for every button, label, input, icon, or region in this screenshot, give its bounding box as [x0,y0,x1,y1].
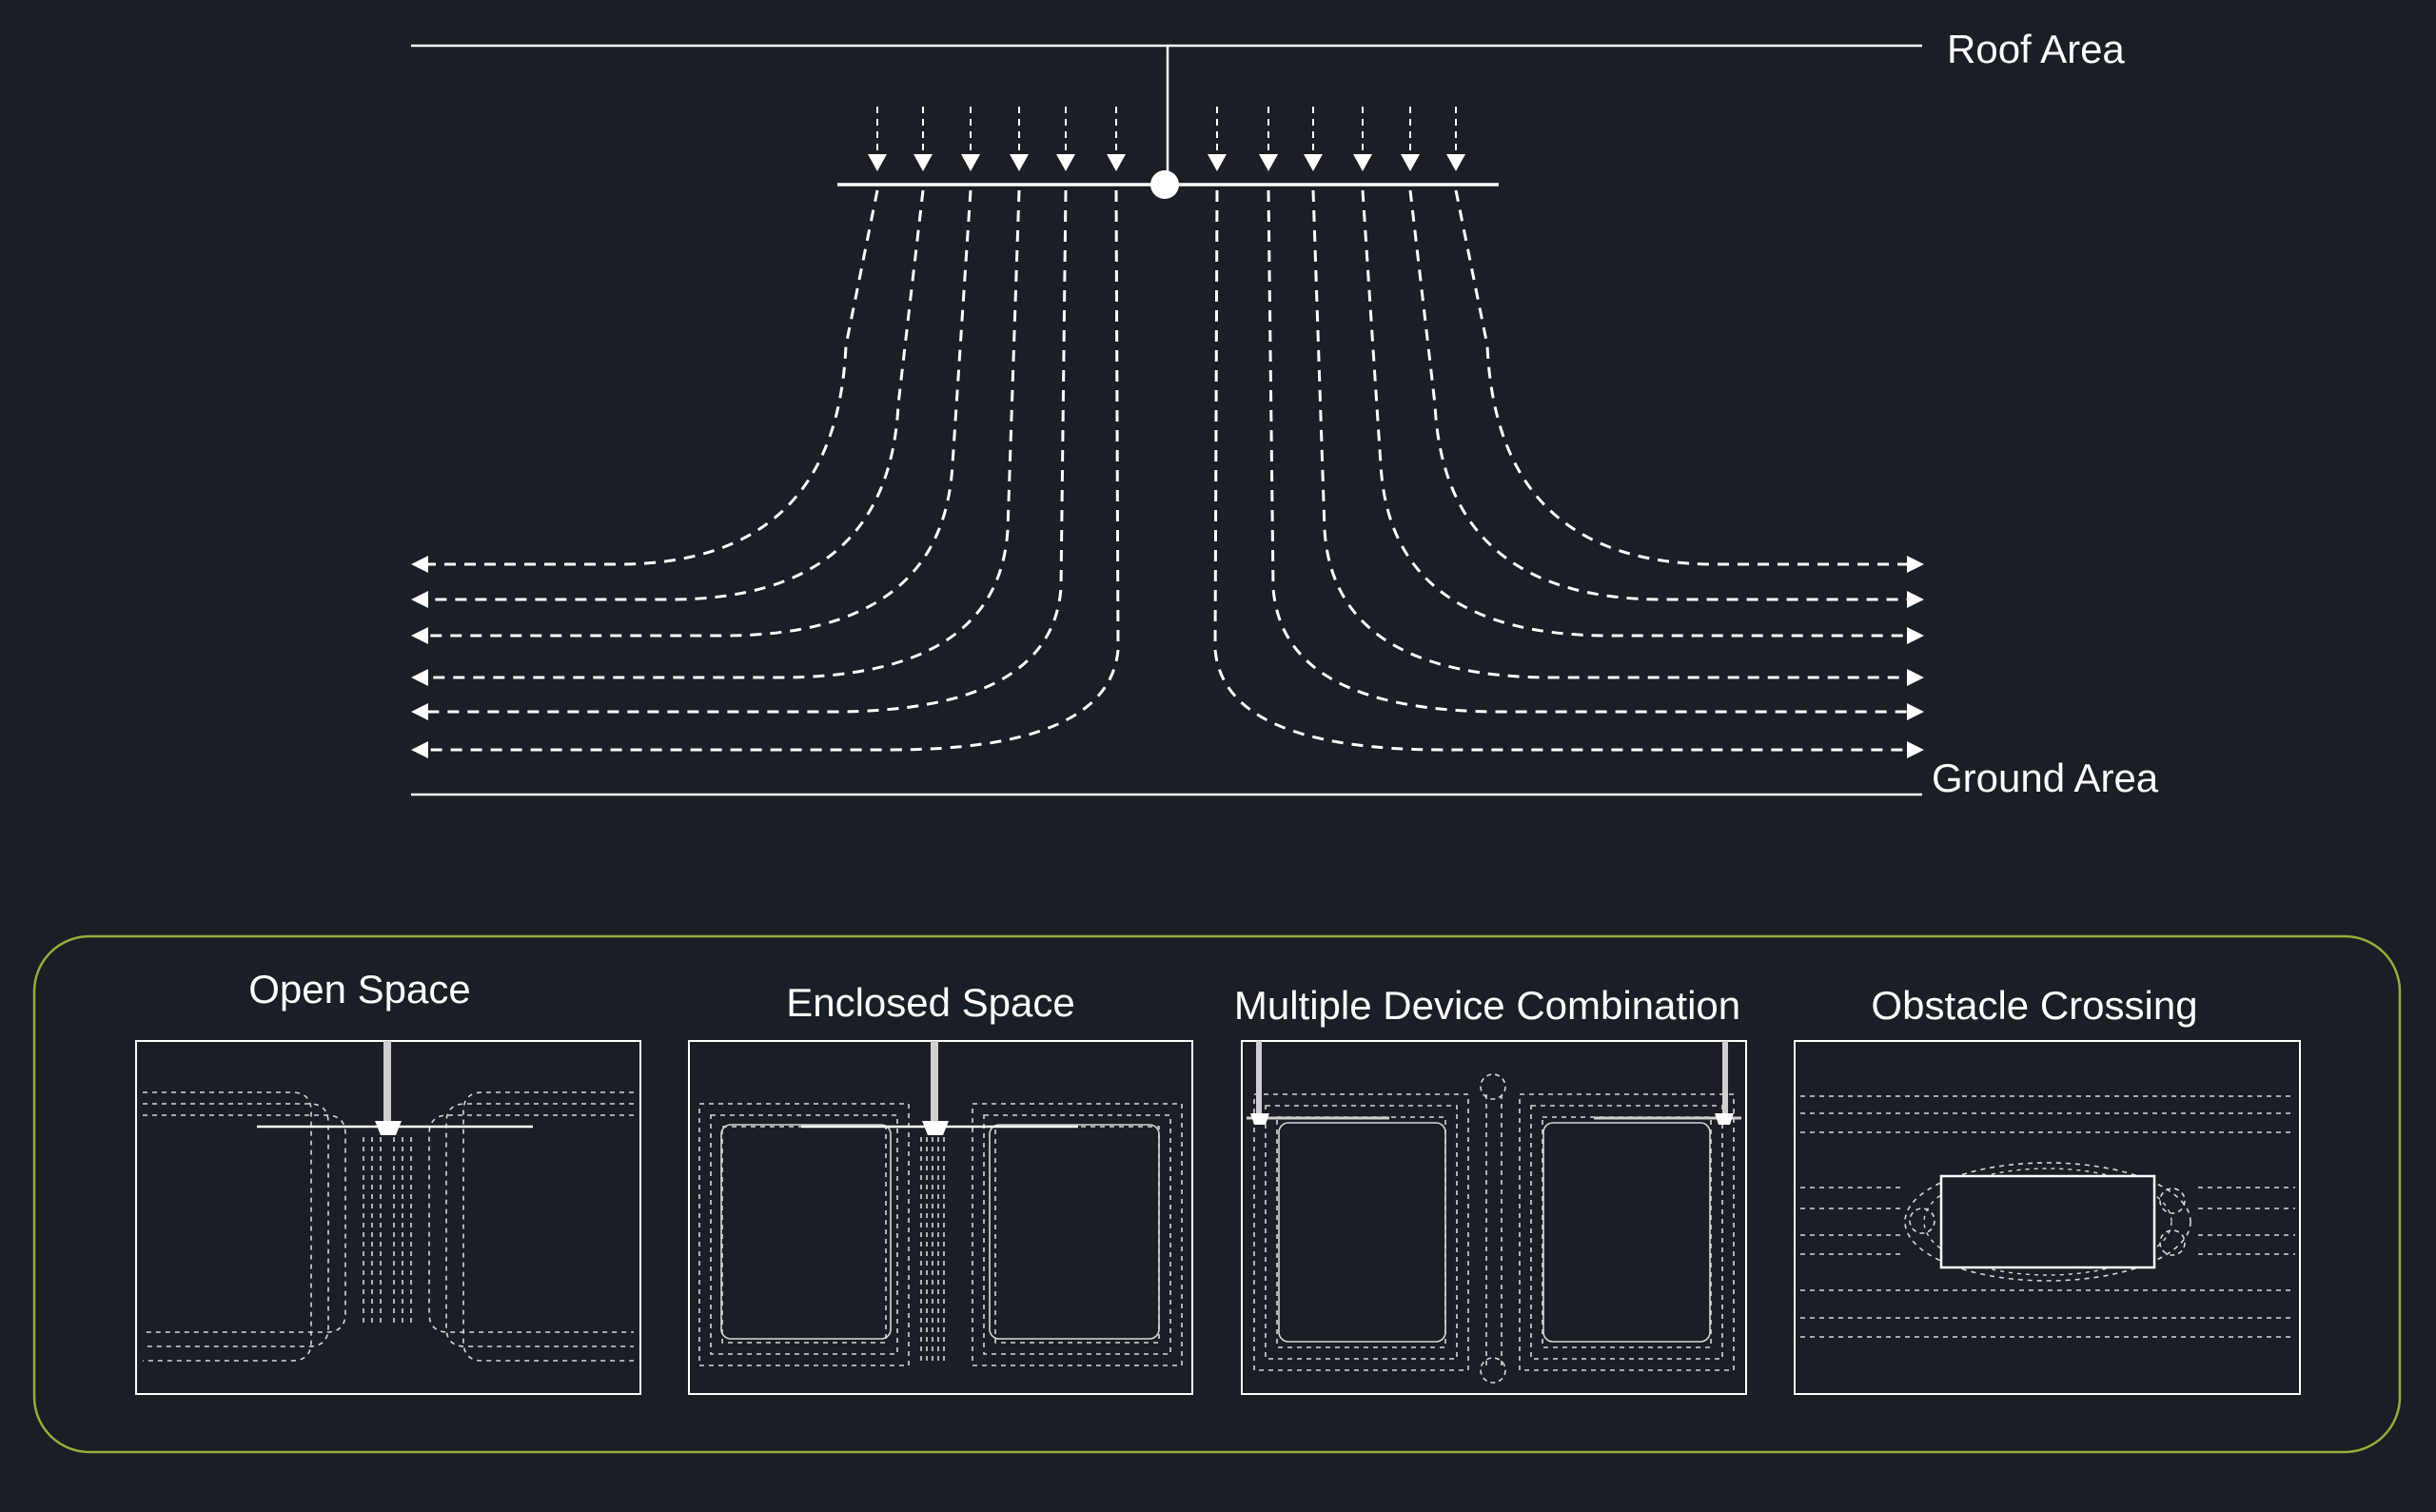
open-flow-right [445,1103,634,1347]
inlet-arrow-head [1010,154,1029,171]
fan-rod-enclosed-space [931,1041,938,1127]
airflow-line-right [1361,189,1915,638]
enclosed-flow-right [972,1103,1183,1366]
open-flow-right [462,1091,634,1362]
inlet-arrow-head [1107,154,1126,171]
multi-vortex-top [1480,1073,1506,1100]
panel-title-multiple-device-combination: Multiple Device Combination [1234,983,1740,1028]
panel-title-enclosed-space: Enclosed Space [786,980,1075,1025]
enclosed-flow-left [710,1114,898,1355]
enclosed-flow-left [698,1103,910,1366]
airflow-arrowhead-right [1907,703,1924,720]
airflow-line-left [419,189,879,566]
multi-flow-left [1253,1093,1469,1371]
panel-title-obstacle-crossing: Obstacle Crossing [1871,983,2197,1028]
panel-title-open-space: Open Space [248,967,471,1011]
airflow-line-right [1408,189,1915,601]
multi-flow-left [1265,1105,1458,1360]
fan-hub-left-device [1250,1113,1269,1125]
panel-multiple-device-combination [1241,1040,1747,1395]
inlet-arrow-head [1259,154,1278,171]
airflow-line-left [419,189,925,601]
obstacle-box [1939,1174,2156,1269]
airflow-arrowhead-right [1907,627,1924,644]
open-flow-left [143,1091,312,1362]
airflow-arrowhead-left [411,669,428,686]
enclosed-flow-right [994,1126,1160,1344]
airflow-line-right [1213,189,1915,752]
fan-hub [1150,170,1179,199]
fan-hub-open-space [375,1121,402,1135]
inlet-arrow-head [1056,154,1075,171]
airflow-arrowhead-left [411,741,428,758]
airflow-line-left [419,189,1068,714]
inlet-arrow-head [914,154,933,171]
ground-area-label: Ground Area [1932,756,2159,800]
inlet-arrow-head [1304,154,1323,171]
airflow-arrowhead-left [411,703,428,720]
multi-flow-right [1519,1093,1735,1371]
airflow-arrowhead-left [411,556,428,573]
airflow-line-right [1454,189,1915,566]
inlet-arrow-head [868,154,887,171]
fan-hub-enclosed-space [922,1121,949,1135]
obstacle-vortex-right-top [2159,1188,2186,1214]
multi-room-right [1542,1122,1711,1343]
panel-enclosed-space-frame [688,1040,1193,1395]
obstacle-vortex-left [1909,1208,1935,1234]
airflow-arrowhead-left [411,591,428,608]
fan-rod-left-device [1256,1041,1262,1115]
inlet-arrow-head [1401,154,1420,171]
airflow-line-right [1267,189,1915,714]
panel-open-space [135,1040,641,1395]
panel-enclosed-space-flow [698,1103,1183,1366]
airflow-line-right [1311,189,1915,679]
airflow-arrowhead-right [1907,591,1924,608]
airflow-diagram: Roof Area Ground Area Open Space Enclose… [32,27,2402,1454]
airflow-arrowhead-right [1907,741,1924,758]
multi-flow-right [1542,1116,1712,1348]
airflow-line-left [419,189,972,638]
enclosed-room-right [989,1124,1160,1340]
inlet-arrow-head [1353,154,1372,171]
airflow-line-left [419,189,1120,752]
multi-room-left [1278,1122,1446,1343]
open-flow-right [428,1114,634,1333]
enclosed-room-left [720,1124,892,1340]
panel-enclosed-space [688,1040,1193,1395]
inlet-arrow-head [961,154,980,171]
airflow-arrowhead-right [1907,556,1924,573]
fan-rod-open-space [383,1041,391,1127]
multi-flow-right [1530,1105,1723,1360]
enclosed-flow-left [721,1126,887,1344]
airflow-arrowhead-left [411,627,428,644]
inlet-arrow-head [1446,154,1465,171]
open-flow-left [143,1103,329,1347]
fan-rod-right-device [1722,1041,1728,1115]
airflow-diagram-canvas: Roof Area Ground Area Open Space Enclose… [0,0,2436,1507]
multi-flow-left [1276,1116,1446,1348]
airflow-arrowhead-right [1907,669,1924,686]
enclosed-flow-right [983,1114,1171,1355]
inlet-arrow-head [1208,154,1227,171]
fan-hub-right-device [1715,1113,1734,1125]
main-airflow-diagram: Roof Area Ground Area [411,27,2159,800]
airflow-line-left [419,189,1021,679]
airflow-lines [411,189,1924,758]
panel-obstacle-crossing [1794,1040,2301,1395]
roof-area-label: Roof Area [1947,27,2125,71]
panel-multiple-device-flow [1253,1073,1735,1384]
open-flow-left [143,1114,346,1333]
